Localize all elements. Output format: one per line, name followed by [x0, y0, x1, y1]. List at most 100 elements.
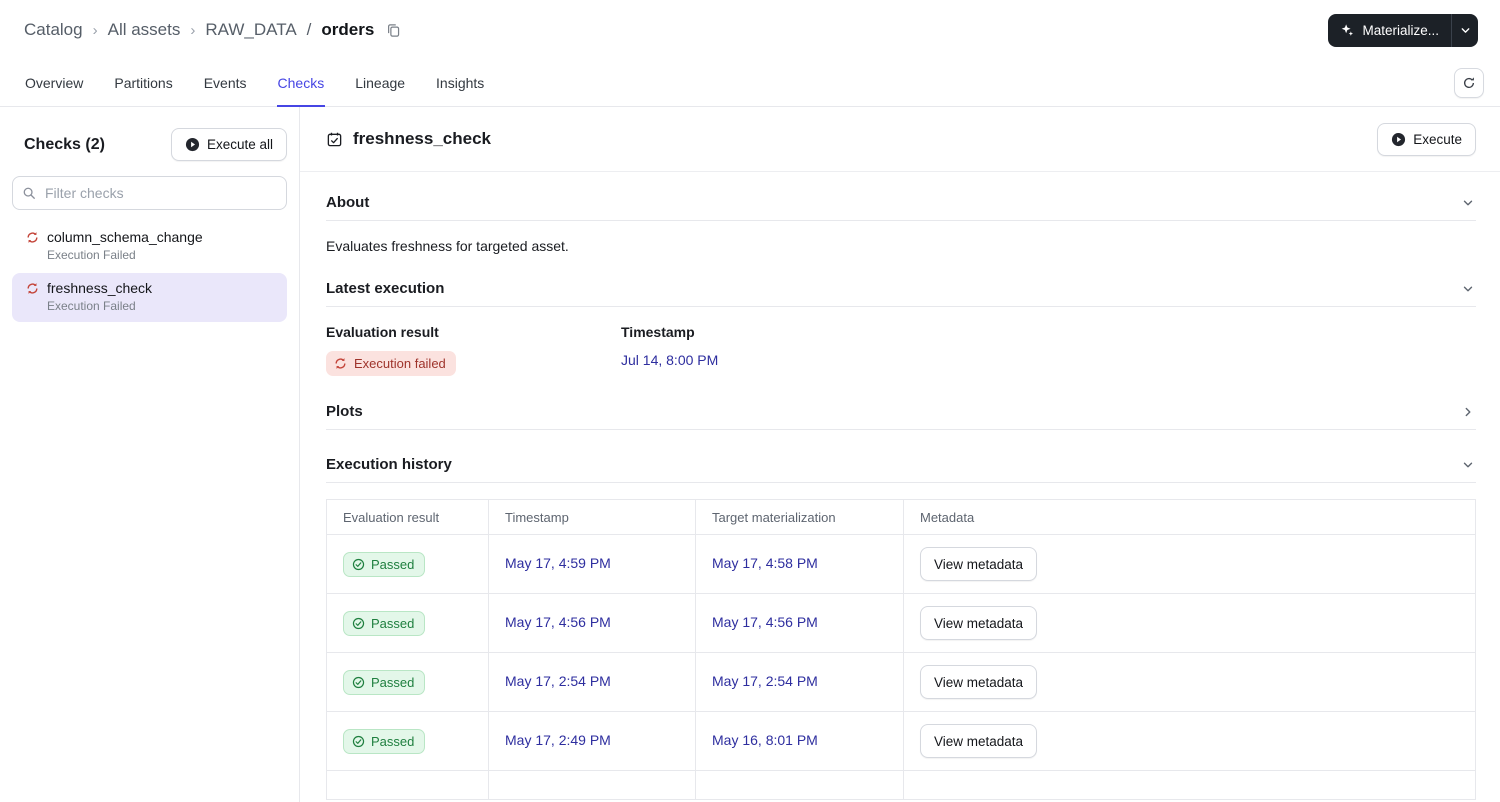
breadcrumb-all-assets[interactable]: All assets: [108, 20, 181, 40]
check-name: freshness_check: [47, 280, 153, 296]
view-metadata-button[interactable]: View metadata: [920, 724, 1038, 758]
checks-count-title: Checks (2): [24, 135, 105, 153]
check-title: freshness_check: [353, 129, 491, 148]
evaluation-timestamp-link[interactable]: May 17, 2:49 PM: [505, 732, 611, 748]
top-header: Catalog › All assets › RAW_DATA / orders…: [0, 0, 1500, 60]
tab-checks[interactable]: Checks: [276, 60, 326, 107]
view-metadata-button[interactable]: View metadata: [920, 606, 1038, 640]
materialize-label: Materialize...: [1362, 22, 1439, 38]
execute-label: Execute: [1413, 131, 1462, 147]
refresh-button[interactable]: [1454, 68, 1484, 98]
breadcrumb-current-asset: orders: [321, 20, 375, 39]
evaluation-timestamp-link[interactable]: May 17, 2:54 PM: [505, 673, 611, 689]
check-circle-icon: [352, 558, 365, 571]
evaluation-timestamp-link[interactable]: May 17, 4:59 PM: [505, 555, 611, 571]
history-row: Passed May 17, 4:59 PM May 17, 4:58 PM View…: [326, 534, 1476, 594]
section-about: About Evaluates freshness for targeted a…: [326, 194, 1476, 280]
execution-history-collapse-toggle[interactable]: [1460, 457, 1476, 473]
tab-partitions[interactable]: Partitions: [113, 60, 173, 107]
breadcrumb-separator-icon: ›: [190, 21, 196, 39]
breadcrumb-slash: /: [306, 20, 312, 39]
about-heading: About: [326, 194, 370, 211]
target-materialization-link[interactable]: May 16, 8:01 PM: [712, 732, 818, 748]
check-status: Execution Failed: [47, 299, 136, 313]
copy-icon: [386, 23, 401, 38]
history-row: Passed May 17, 4:56 PM May 17, 4:56 PM View…: [326, 593, 1476, 653]
breadcrumb: Catalog › All assets › RAW_DATA / orders: [24, 20, 403, 40]
latest-execution-collapse-toggle[interactable]: [1460, 281, 1476, 297]
target-materialization-link[interactable]: May 17, 2:54 PM: [712, 673, 818, 689]
view-metadata-button[interactable]: View metadata: [920, 665, 1038, 699]
view-metadata-button[interactable]: View metadata: [920, 547, 1038, 581]
content-layout: Checks (2) Execute all column_schema_cha…: [0, 107, 1500, 802]
materialize-split-button: Materialize...: [1328, 13, 1478, 47]
check-detail-panel: freshness_check Execute About Evaluates …: [300, 107, 1500, 802]
check-circle-icon: [352, 676, 365, 689]
history-row: Passed May 17, 2:49 PM May 16, 8:01 PM View…: [326, 711, 1476, 771]
tab-list: Overview Partitions Events Checks Lineage Ins…: [24, 60, 485, 107]
section-execution-history: Execution history Evaluation result Times…: [326, 456, 1476, 800]
breadcrumb-asset-prefix[interactable]: RAW_DATA: [205, 20, 296, 40]
chevron-down-icon: [1462, 459, 1474, 471]
filter-checks-input[interactable]: [12, 176, 287, 210]
asset-check-icon: [326, 131, 343, 148]
sidebar-item-freshness_check[interactable]: freshness_check Execution Failed: [12, 273, 287, 322]
history-column-header: Evaluation result: [326, 499, 489, 535]
refresh-icon: [1462, 76, 1476, 90]
evaluation-result-label: Evaluation result: [326, 324, 439, 340]
tab-bar: Overview Partitions Events Checks Lineage Ins…: [0, 60, 1500, 107]
history-column-header: Target materialization: [695, 499, 904, 535]
history-row-partial: [326, 770, 1476, 800]
section-plots: Plots: [326, 403, 1476, 456]
checks-sidebar: Checks (2) Execute all column_schema_cha…: [0, 107, 300, 802]
evaluation-timestamp-link[interactable]: May 17, 4:56 PM: [505, 614, 611, 630]
target-materialization-link[interactable]: May 17, 4:58 PM: [712, 555, 818, 571]
check-description: Evaluates freshness for targeted asset.: [326, 238, 569, 254]
tab-insights[interactable]: Insights: [435, 60, 485, 107]
check-detail-body: About Evaluates freshness for targeted a…: [300, 172, 1500, 802]
passed-badge: Passed: [343, 728, 426, 754]
play-circle-icon: [1391, 132, 1406, 147]
execution-history-table: Evaluation result Timestamp Target materia…: [326, 499, 1476, 800]
plots-collapse-toggle[interactable]: [1460, 404, 1476, 420]
timestamp-label: Timestamp: [621, 324, 695, 340]
check-name: column_schema_change: [47, 229, 203, 245]
execute-all-button[interactable]: Execute all: [170, 128, 287, 161]
search-icon: [22, 186, 36, 205]
execute-button[interactable]: Execute: [1377, 122, 1476, 156]
execution-failed-badge: Execution failed: [326, 351, 456, 376]
copy-asset-key-button[interactable]: [384, 21, 403, 40]
evaluation-result-value: Execution failed: [354, 356, 446, 371]
target-materialization-link[interactable]: May 17, 4:56 PM: [712, 614, 818, 630]
latest-timestamp-link[interactable]: Jul 14, 8:00 PM: [621, 352, 718, 368]
tab-events[interactable]: Events: [203, 60, 248, 107]
chevron-down-icon: [1462, 283, 1474, 295]
sparkle-icon: [1340, 23, 1354, 37]
plots-heading: Plots: [326, 403, 363, 420]
execute-all-label: Execute all: [206, 137, 273, 152]
check-error-icon: [26, 282, 39, 295]
passed-badge: Passed: [343, 610, 426, 636]
sync-arrows-icon: [334, 357, 347, 370]
passed-badge: Passed: [343, 551, 426, 577]
chevron-down-icon: [1460, 25, 1471, 36]
breadcrumb-catalog[interactable]: Catalog: [24, 20, 83, 40]
latest-execution-heading: Latest execution: [326, 280, 445, 297]
history-column-header: Timestamp: [488, 499, 696, 535]
chevron-right-icon: [1462, 406, 1474, 418]
history-row: Passed May 17, 2:54 PM May 17, 2:54 PM View…: [326, 652, 1476, 712]
section-latest-execution: Latest execution Evaluation result Execu…: [326, 280, 1476, 403]
sidebar-item-column_schema_change[interactable]: column_schema_change Execution Failed: [12, 222, 287, 271]
history-column-header: Metadata: [903, 499, 1476, 535]
tab-lineage[interactable]: Lineage: [354, 60, 406, 107]
passed-badge: Passed: [343, 669, 426, 695]
check-status: Execution Failed: [47, 248, 136, 262]
materialize-dropdown-button[interactable]: [1451, 13, 1478, 47]
check-list: column_schema_change Execution Failed fres…: [0, 220, 299, 324]
about-collapse-toggle[interactable]: [1460, 195, 1476, 211]
breadcrumb-separator-icon: ›: [92, 21, 98, 39]
materialize-button[interactable]: Materialize...: [1328, 13, 1451, 47]
tab-overview[interactable]: Overview: [24, 60, 84, 107]
execution-history-heading: Execution history: [326, 456, 452, 473]
check-circle-icon: [352, 735, 365, 748]
